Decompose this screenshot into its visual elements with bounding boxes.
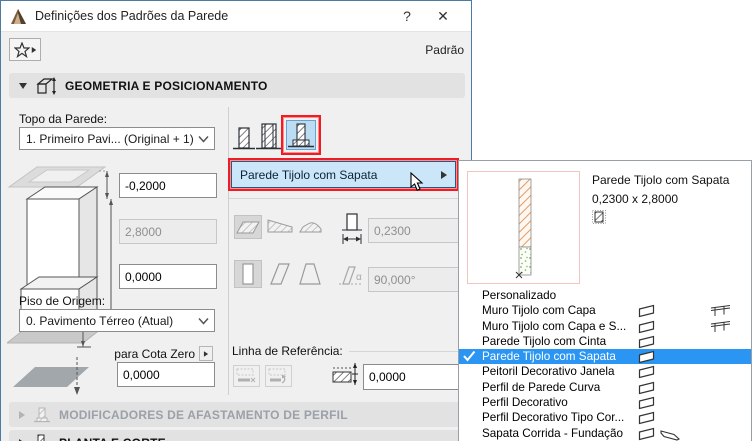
list-item[interactable]: Parede Tijolo com Cinta <box>459 334 751 349</box>
section-plan-and-section-header[interactable]: PLANTA E CORTE <box>9 430 465 441</box>
reference-offset-input[interactable] <box>363 364 459 390</box>
list-item[interactable]: Personalizado <box>459 288 751 303</box>
star-icon <box>13 41 30 58</box>
complex-extrusion-icon <box>299 222 322 233</box>
plan-and-section-icon <box>37 434 45 441</box>
list-item[interactable]: Perfil de Parede Curva <box>459 380 751 395</box>
composite-wall-icon <box>256 123 282 150</box>
list-item[interactable]: Perfil Decorativo <box>459 395 751 410</box>
list-item[interactable]: Peitoril Decorativo Janela <box>459 364 751 379</box>
list-item-label: Perfil Decorativo Tipo Cor... <box>482 411 625 425</box>
chevron-down-icon <box>198 135 209 143</box>
home-storey-combobox[interactable]: 0. Pavimento Térreo (Atual) <box>19 309 215 332</box>
list-item-label: Peitoril Decorativo Janela <box>482 365 615 379</box>
list-item-label: Perfil Decorativo <box>482 396 568 410</box>
chevron-down-icon <box>19 82 27 89</box>
chevron-right-icon <box>19 410 25 419</box>
screenshot-root: Definições dos Padrões da Parede ? ✕ Pad… <box>0 0 752 441</box>
reference-line-icon <box>236 368 255 383</box>
list-item-label: Parede Tijolo com Cinta <box>482 334 607 348</box>
window-title: Definições dos Padrões da Parede <box>35 9 229 23</box>
sea-level-input[interactable] <box>117 362 215 387</box>
section-profile-modifiers-header[interactable]: MODIFICADORES DE AFASTAMENTO DE PERFIL <box>9 402 465 427</box>
section-profile-modifiers-label: MODIFICADORES DE AFASTAMENTO DE PERFIL <box>59 407 348 422</box>
profile-thumb-icon <box>638 427 655 441</box>
reference-line-flip-button <box>265 365 292 387</box>
thickness-icon <box>342 213 362 244</box>
vertical-wall-icon <box>242 263 254 285</box>
list-item-label: Muro Tijolo com Capa e S... <box>482 319 627 333</box>
basic-wall-icon <box>233 127 255 150</box>
wall-slant-single-button <box>268 262 292 289</box>
mouse-cursor-icon <box>410 172 424 191</box>
base-offset-input[interactable] <box>119 264 217 289</box>
reference-line-location-button <box>233 365 260 387</box>
profile-list: Personalizado Muro Tijolo com Capa Muro … <box>459 288 751 441</box>
flip-arrow-icon <box>268 368 286 384</box>
wall-top-combobox[interactable]: 1. Primeiro Pavi... (Original + 1) <box>19 127 215 150</box>
slanted-extrusion-icon <box>267 219 293 233</box>
home-storey-label: Piso de Origem: <box>19 294 106 308</box>
wall-height-input <box>119 219 217 244</box>
list-item[interactable]: Perfil Decorativo Tipo Cor... <box>459 410 751 425</box>
archicad-logo-icon <box>11 9 26 24</box>
slanted-wall-icon <box>270 263 290 285</box>
help-button[interactable]: ? <box>393 4 421 28</box>
divider <box>349 351 459 352</box>
section-geometry-header[interactable]: GEOMETRIA E POSICIONAMENTO <box>9 73 465 98</box>
preview-title: Parede Tijolo com Sapata <box>592 173 730 187</box>
flyout-arrow-icon <box>31 46 36 53</box>
footing-thumb-icon <box>660 428 681 441</box>
close-button[interactable]: ✕ <box>429 4 457 28</box>
section-geometry-label: GEOMETRIA E POSICIONAMENTO <box>65 78 268 93</box>
wall-type-composite-button[interactable] <box>256 120 282 151</box>
slant-angle-input <box>368 267 460 292</box>
home-storey-value: 0. Pavimento Térreo (Atual) <box>26 313 174 328</box>
chevron-down-icon <box>198 317 209 325</box>
wall-type-basic-button[interactable] <box>232 123 256 151</box>
list-item[interactable]: Sapata Corrida - Fundação <box>459 426 751 441</box>
top-offset-input[interactable] <box>119 173 217 198</box>
straight-extrusion-icon <box>236 221 260 234</box>
divider <box>229 198 459 199</box>
profile-preview-drawing <box>515 178 531 279</box>
profile-flyout-panel: Parede Tijolo com Sapata 0,2300 x 2,8000… <box>458 160 752 441</box>
preview-size: 0,2300 x 2,8000 <box>592 192 679 206</box>
list-item[interactable]: Muro Tijolo com Capa e S... <box>459 319 751 334</box>
wall-top-label: Topo da Parede: <box>19 112 108 126</box>
list-item-label: Personalizado <box>482 289 557 302</box>
favorites-button[interactable] <box>9 38 41 61</box>
slant-angle-icon: α <box>339 266 363 285</box>
reference-line-label: Linha de Referência: <box>232 344 343 358</box>
reference-offset-icon <box>332 363 358 385</box>
geometry-section-icon <box>36 76 56 95</box>
sea-level-diagram <box>13 357 89 395</box>
profile-modifiers-icon <box>34 407 50 422</box>
geometry-method-straight-button <box>234 215 262 239</box>
geometry-method-complex-button <box>298 217 324 238</box>
double-slanted-wall-icon <box>299 263 321 285</box>
list-item[interactable]: Muro Tijolo com Capa <box>459 303 751 318</box>
thickness-input <box>368 218 460 243</box>
section-plan-and-section-label: PLANTA E CORTE <box>59 436 166 441</box>
list-item-label: Parede Tijolo com Sapata <box>482 350 616 364</box>
list-item-label: Muro Tijolo com Capa <box>482 304 596 318</box>
sea-level-flyout-button[interactable] <box>199 346 213 361</box>
profile-preview-box <box>467 171 580 284</box>
flyout-arrow-icon <box>203 350 209 357</box>
wall-slant-vertical-button <box>234 260 262 288</box>
column-divider <box>228 107 229 395</box>
list-item[interactable]: Parede Tijolo com Sapata <box>459 349 751 365</box>
svg-text:α: α <box>356 272 362 283</box>
title-bar[interactable]: Definições dos Padrões da Parede ? ✕ <box>1 1 471 32</box>
wall-top-value: 1. Primeiro Pavi... (Original + 1) <box>26 131 194 146</box>
profile-hatch-icon <box>592 210 606 224</box>
default-label: Padrão <box>425 43 464 57</box>
geometry-method-slanted-button <box>267 217 293 238</box>
profile-button-highlight <box>281 115 321 155</box>
list-item-label: Sapata Corrida - Fundação <box>482 426 623 440</box>
list-item-label: Perfil de Parede Curva <box>482 380 601 394</box>
wall-settings-dialog: Definições dos Padrões da Parede ? ✕ Pad… <box>0 0 472 441</box>
wall-slant-double-button <box>298 262 322 289</box>
